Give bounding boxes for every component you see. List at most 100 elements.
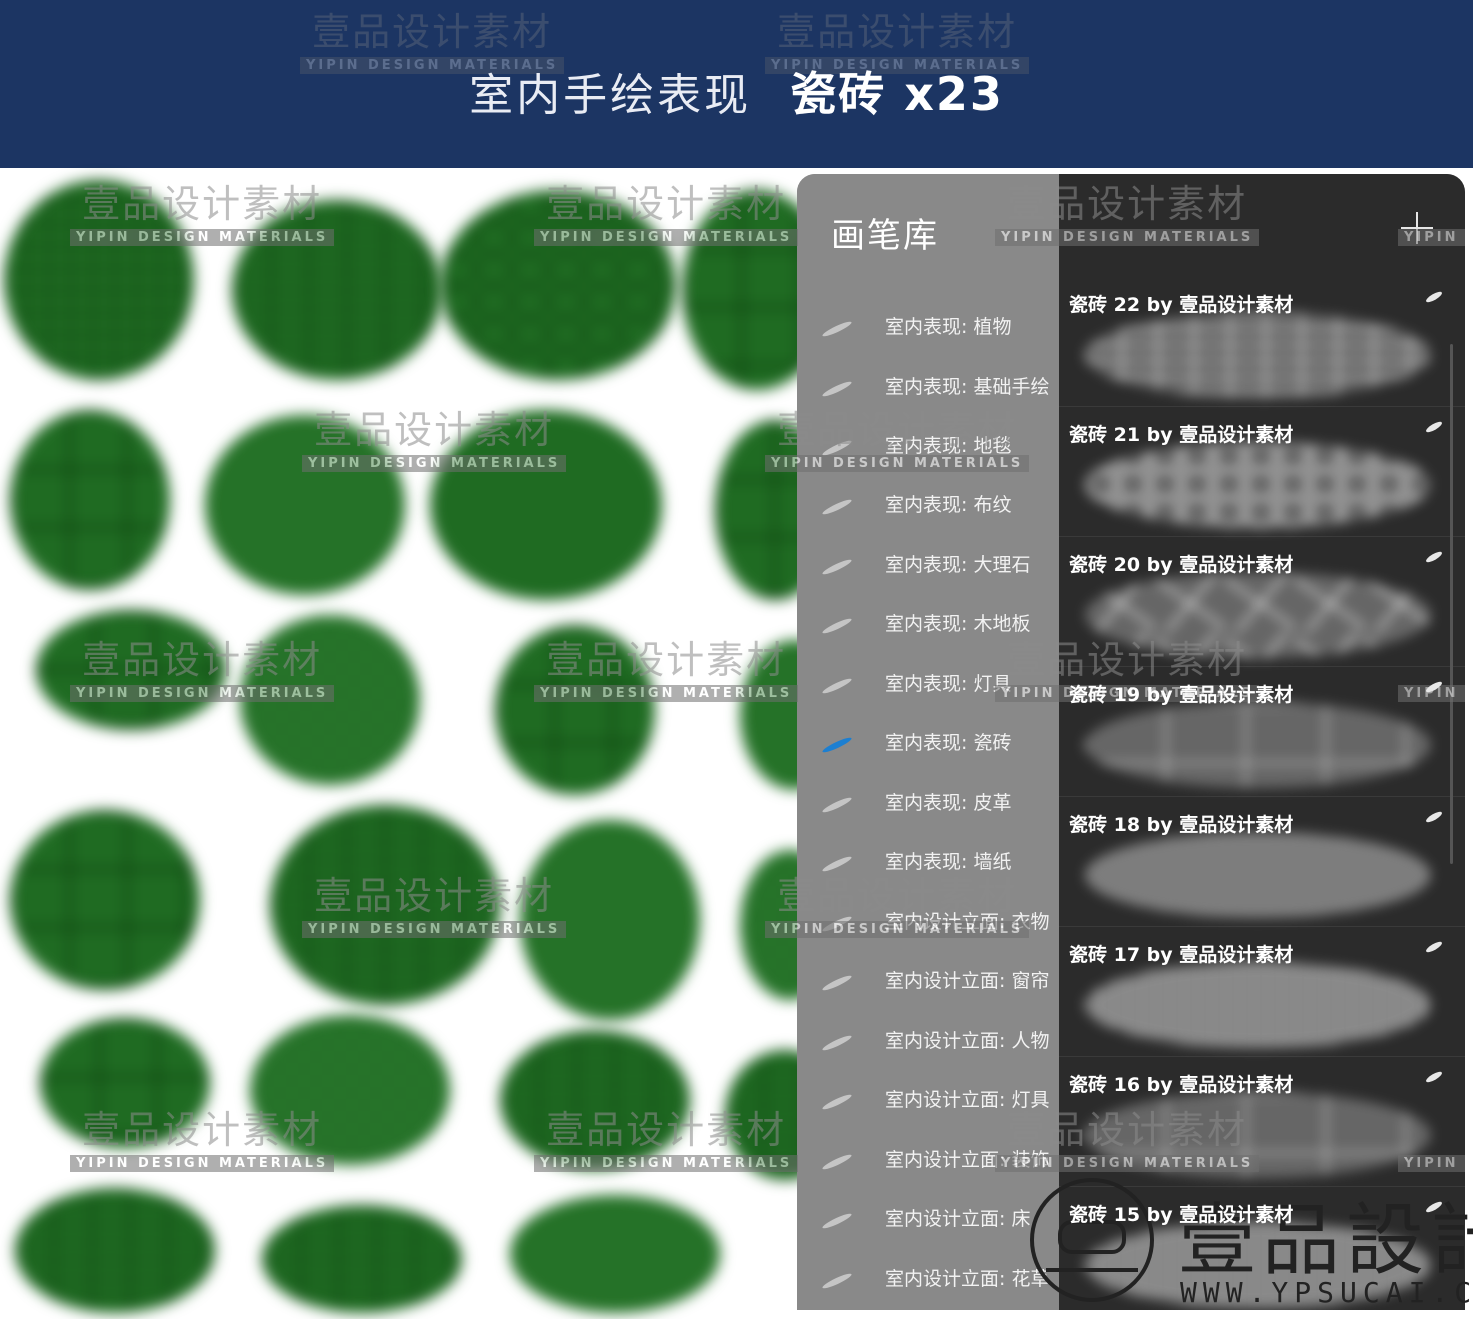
brush-item[interactable]: 瓷砖 21 by 壹品设计素材 [1059,408,1465,537]
tile-swatch [240,615,420,785]
brush-set-sidebar: 画笔库 室内表现: 植物 室内表现: 基础手绘 室内表现: 地毯 室内表现: 布… [797,174,1059,1310]
brush-set-label: 室内设计立面: 灯具 [885,1089,1050,1111]
brush-name: 瓷砖 15 by 壹品设计素材 [1069,1204,1294,1226]
brush-stroke-icon [821,676,853,696]
feather-icon [1424,809,1444,825]
brush-set-item[interactable]: 室内表现: 基础手绘 [797,372,1059,428]
tile-swatch [205,415,405,595]
brush-set-label: 室内设计立面: 花草 [885,1268,1050,1290]
panel-title: 画笔库 [831,216,939,256]
tile-swatch [500,1030,690,1170]
brush-preview [1085,702,1431,788]
tile-swatch [430,410,662,600]
brush-preview [1085,312,1431,398]
brush-name: 瓷砖 21 by 壹品设计素材 [1069,424,1294,446]
brush-stroke-icon [821,1033,853,1053]
brush-stroke-icon [821,973,853,993]
brush-item[interactable]: 瓷砖 17 by 壹品设计素材 [1059,928,1465,1057]
brush-set-item[interactable]: 室内设计立面: 窗帘 [797,966,1059,1022]
brush-list: 瓷砖 22 by 壹品设计素材 瓷砖 21 by 壹品设计素材 瓷砖 20 by… [1059,174,1465,1310]
brush-set-label: 室内表现: 布纹 [885,494,1012,516]
brush-set-label: 室内表现: 墙纸 [885,851,1012,873]
brush-stroke-icon [821,854,853,874]
logo-url: WWW.YPSUCAI.COM [1180,1276,1473,1309]
header-banner: 壹品设计素材 YIPIN DESIGN MATERIALS 壹品设计素材 YIP… [0,0,1473,168]
brush-item[interactable]: 瓷砖 19 by 壹品设计素材 [1059,668,1465,797]
brush-name: 瓷砖 22 by 壹品设计素材 [1069,294,1294,316]
add-brush-set-button[interactable] [1401,212,1433,244]
brush-name: 瓷砖 18 by 壹品设计素材 [1069,814,1294,836]
watermark-zh: 壹品设计素材 [777,10,1018,54]
brush-set-item[interactable]: 室内设计立面: 人物 [797,1026,1059,1082]
brush-preview [1085,442,1431,528]
tile-swatch [495,625,655,795]
brush-stroke-icon [821,1211,853,1231]
tile-swatch [250,1015,450,1165]
brush-item[interactable]: 瓷砖 20 by 壹品设计素材 [1059,538,1465,667]
tile-swatch [4,180,194,380]
brush-set-item[interactable]: 室内表现: 布纹 [797,490,1059,546]
brush-set-item[interactable]: 室内设计立面: 床 [797,1204,1059,1260]
tile-swatch [40,1018,210,1148]
brush-set-label: 室内表现: 基础手绘 [885,376,1050,398]
brush-preview [1085,832,1431,918]
brush-set-item[interactable]: 室内表现: 木地板 [797,609,1059,665]
brush-preview [1085,572,1431,658]
brush-stroke-icon [821,1152,853,1172]
brush-set-item[interactable]: 室内设计立面: 衣物 [797,907,1059,963]
brush-stroke-icon [821,497,853,517]
brush-set-item[interactable]: 室内设计立面: 装饰 [797,1145,1059,1201]
brush-stroke-icon [821,557,853,577]
brush-set-label: 室内表现: 瓷砖 [885,732,1012,754]
scrollbar[interactable] [1450,344,1453,864]
brush-stroke-icon [821,914,853,934]
brush-stroke-icon [821,438,853,458]
tile-swatch [520,820,700,1020]
brush-preview [1085,1092,1431,1178]
brush-set-item[interactable]: 室内表现: 皮革 [797,788,1059,844]
brush-stroke-icon [821,319,853,339]
brush-item[interactable]: 瓷砖 22 by 壹品设计素材 [1059,278,1465,407]
brush-stroke-icon [821,616,853,636]
brush-set-item[interactable]: 室内表现: 地毯 [797,431,1059,487]
logo-emblem-icon [1030,1178,1154,1302]
brush-set-item[interactable]: 室内设计立面: 灯具 [797,1085,1059,1141]
logo-text: 壹品設計 [1178,1196,1473,1286]
watermark-en: YIPIN DESIGN MATERIALS [70,1155,335,1172]
brush-set-label: 室内设计立面: 衣物 [885,911,1050,933]
brush-set-item[interactable]: 室内设计立面: 花草 [797,1264,1059,1310]
brush-name: 瓷砖 20 by 壹品设计素材 [1069,554,1294,576]
brush-stroke-icon [821,735,853,755]
tile-swatch [270,805,500,1005]
brush-set-label: 室内表现: 地毯 [885,435,1012,457]
tile-swatch [440,190,676,380]
brush-name: 瓷砖 16 by 壹品设计素材 [1069,1074,1294,1096]
feather-icon [1424,939,1444,955]
brush-set-item[interactable]: 室内表现: 墙纸 [797,847,1059,903]
brush-stroke-icon [821,1092,853,1112]
page-title: 室内手绘表现 瓷砖 x23 [0,58,1473,124]
brush-library-panel: 画笔库 室内表现: 植物 室内表现: 基础手绘 室内表现: 地毯 室内表现: 布… [797,174,1465,1310]
brush-name: 瓷砖 17 by 壹品设计素材 [1069,944,1294,966]
feather-icon [1424,679,1444,695]
brush-set-item[interactable]: 室内表现: 大理石 [797,550,1059,606]
feather-icon [1424,289,1444,305]
brush-preview [1085,962,1431,1048]
brush-set-item-active[interactable]: 室内表现: 瓷砖 [797,728,1059,784]
brush-set-label: 室内表现: 植物 [885,316,1012,338]
brush-set-item[interactable]: 室内表现: 植物 [797,312,1059,368]
title-bold: 瓷砖 x23 [790,67,1004,121]
brush-stroke-icon [821,1271,853,1291]
brush-set-item[interactable]: 室内表现: 灯具 [797,669,1059,725]
feather-icon [1424,1069,1444,1085]
tile-swatch [15,1188,215,1313]
brush-set-label: 室内表现: 皮革 [885,792,1012,814]
brush-stroke-icon [821,795,853,815]
tile-swatch [10,810,200,990]
feather-icon [1424,549,1444,565]
brush-set-label: 室内设计立面: 床 [885,1208,1031,1230]
tile-swatch [510,1195,720,1313]
brush-item[interactable]: 瓷砖 18 by 壹品设计素材 [1059,798,1465,927]
brush-set-label: 室内表现: 灯具 [885,673,1012,695]
tile-swatch [262,1205,462,1313]
